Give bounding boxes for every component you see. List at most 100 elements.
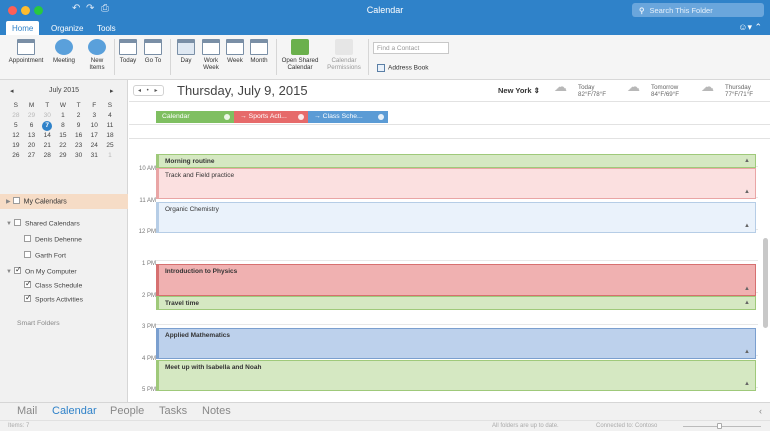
sidebar-item-sports-activities[interactable]: Sports Activities (24, 293, 83, 303)
zoom-slider[interactable] (683, 426, 761, 427)
search-input[interactable]: ⚲ Search This Folder (632, 3, 764, 17)
collapse-chevron-icon[interactable]: ‹ (759, 406, 762, 416)
new-meeting-button[interactable]: Meeting (50, 39, 78, 64)
tab-tools[interactable]: Tools (91, 21, 122, 35)
open-shared-calendar-button[interactable]: Open Shared Calendar (280, 39, 320, 71)
mini-calendar-today[interactable]: 7 (39, 121, 55, 131)
sidebar-item-shared-calendars[interactable]: ▼ Shared Calendars (6, 219, 80, 227)
mini-calendar-day[interactable]: 4 (102, 111, 118, 121)
mini-calendar-day[interactable]: 27 (24, 151, 40, 161)
account-smiley-icon[interactable]: ☺▾ ⌃ (738, 22, 762, 33)
event-resize-handle-icon[interactable]: ▲ (744, 189, 750, 195)
event-travel-time[interactable]: Travel time ▲ (156, 296, 756, 310)
mini-calendar-day[interactable]: 6 (24, 121, 40, 131)
calendar-tag-class-schedule[interactable]: → Class Sche... (308, 111, 388, 123)
mini-calendar-day[interactable]: 30 (71, 151, 87, 161)
tab-organize[interactable]: Organize (45, 21, 89, 35)
mini-calendar-day[interactable]: 2 (71, 111, 87, 121)
sidebar-item-denis-dehenne[interactable]: Denis Dehenne (24, 235, 82, 243)
date-nav-buttons[interactable]: ◂ • ▸ (133, 85, 165, 96)
mini-calendar-day[interactable]: 3 (86, 111, 102, 121)
class-schedule-checkbox[interactable] (24, 279, 32, 288)
event-morning-routine[interactable]: Morning routine ▲ (156, 154, 756, 168)
nav-people[interactable]: People (110, 405, 144, 417)
all-day-row[interactable] (129, 124, 770, 139)
today-button[interactable]: Today (118, 39, 138, 64)
new-appointment-button[interactable]: Appointment (8, 39, 44, 64)
mini-calendar-day[interactable]: 12 (8, 131, 24, 141)
my-calendars-checkbox[interactable] (12, 197, 20, 204)
sidebar-item-smart-folders[interactable]: Smart Folders (17, 320, 60, 327)
sidebar-item-my-calendars[interactable]: ▶ My Calendars (0, 194, 128, 209)
denis-dehenne-checkbox[interactable] (24, 235, 31, 242)
mini-calendar-next-button[interactable]: ▸ (110, 87, 114, 95)
mini-calendar-day[interactable]: 28 (39, 151, 55, 161)
address-book-button[interactable]: Address Book (377, 64, 428, 72)
mini-calendar-day[interactable]: 28 (8, 111, 24, 121)
mini-calendar-day[interactable]: 31 (86, 151, 102, 161)
garth-fort-checkbox[interactable] (24, 251, 31, 258)
mini-calendar-day[interactable]: 29 (24, 111, 40, 121)
event-resize-handle-icon[interactable]: ▲ (744, 286, 750, 292)
new-items-button[interactable]: New Items (84, 39, 110, 71)
day-view-button[interactable]: Day (176, 39, 196, 64)
mini-calendar-day[interactable]: 21 (39, 141, 55, 151)
event-resize-handle-icon[interactable]: ▲ (744, 381, 750, 387)
event-resize-handle-icon[interactable]: ▲ (744, 300, 750, 306)
mini-calendar-day[interactable]: 19 (8, 141, 24, 151)
sidebar-item-class-schedule[interactable]: Class Schedule (24, 279, 82, 289)
calendar-scrollbar[interactable] (763, 238, 768, 328)
mini-calendar-day[interactable]: 16 (71, 131, 87, 141)
on-my-computer-checkbox[interactable] (13, 265, 22, 274)
mini-calendar-day[interactable]: 1 (102, 151, 118, 161)
shared-calendars-checkbox[interactable] (13, 219, 21, 226)
mini-calendar-day[interactable]: 30 (39, 111, 55, 121)
mini-calendar-day[interactable]: 9 (71, 121, 87, 131)
calendar-tag-calendar[interactable]: Calendar (156, 111, 234, 123)
mini-calendar-day[interactable]: 18 (102, 131, 118, 141)
sidebar-item-garth-fort[interactable]: Garth Fort (24, 251, 66, 259)
tab-home[interactable]: Home (6, 21, 40, 35)
event-resize-handle-icon[interactable]: ▲ (744, 349, 750, 355)
mini-calendar-day[interactable]: 14 (39, 131, 55, 141)
work-week-view-button[interactable]: Work Week (201, 39, 221, 71)
find-contact-input[interactable]: Find a Contact (373, 42, 449, 54)
zoom-slider-thumb[interactable] (717, 423, 722, 429)
mini-calendar-day[interactable]: 23 (71, 141, 87, 151)
sports-activities-checkbox[interactable] (24, 293, 32, 302)
location-selector[interactable]: New York ⇕ (498, 86, 540, 95)
nav-notes[interactable]: Notes (202, 405, 231, 417)
event-organic-chemistry[interactable]: Organic Chemistry ▲ (156, 202, 756, 233)
event-meet-up[interactable]: Meet up with Isabella and Noah ▲ (156, 360, 756, 391)
mini-calendar-day[interactable]: 15 (55, 131, 71, 141)
event-resize-handle-icon[interactable]: ▲ (744, 223, 750, 229)
mini-calendar-day[interactable]: 13 (24, 131, 40, 141)
nav-tasks[interactable]: Tasks (159, 405, 187, 417)
mini-calendar-day[interactable]: 25 (102, 141, 118, 151)
mini-calendar-day[interactable]: 24 (86, 141, 102, 151)
sidebar-item-on-my-computer[interactable]: ▼ On My Computer (6, 265, 77, 275)
mini-calendar-day[interactable]: 17 (86, 131, 102, 141)
week-view-button[interactable]: Week (225, 39, 245, 64)
mini-calendar-day[interactable]: 11 (102, 121, 118, 131)
mini-calendar-day[interactable]: 22 (55, 141, 71, 151)
mini-calendar-day[interactable]: 10 (86, 121, 102, 131)
event-applied-mathematics[interactable]: Applied Mathematics ▲ (156, 328, 756, 359)
day-number: 6 (29, 122, 34, 129)
calendar-tag-sports-activities[interactable]: → Sports Acti... (234, 111, 308, 123)
mini-calendar-day[interactable]: 8 (55, 121, 71, 131)
event-resize-handle-icon[interactable]: ▲ (744, 158, 750, 164)
mini-calendar-week: 19 20 21 22 23 24 25 (8, 141, 118, 151)
mini-calendar-day[interactable]: 5 (8, 121, 24, 131)
go-to-button[interactable]: Go To (142, 39, 164, 64)
mini-calendar-day[interactable]: 26 (8, 151, 24, 161)
event-introduction-to-physics[interactable]: Introduction to Physics ▲ (156, 264, 756, 296)
mini-calendar-day[interactable]: 1 (55, 111, 71, 121)
month-view-button[interactable]: Month (247, 39, 271, 64)
nav-calendar[interactable]: Calendar (52, 405, 97, 417)
nav-mail[interactable]: Mail (17, 405, 37, 417)
calendar-permissions-button[interactable]: Calendar Permissions (324, 39, 364, 71)
mini-calendar-day[interactable]: 20 (24, 141, 40, 151)
mini-calendar-day[interactable]: 29 (55, 151, 71, 161)
event-track-and-field[interactable]: Track and Field practice ▲ (156, 168, 756, 199)
